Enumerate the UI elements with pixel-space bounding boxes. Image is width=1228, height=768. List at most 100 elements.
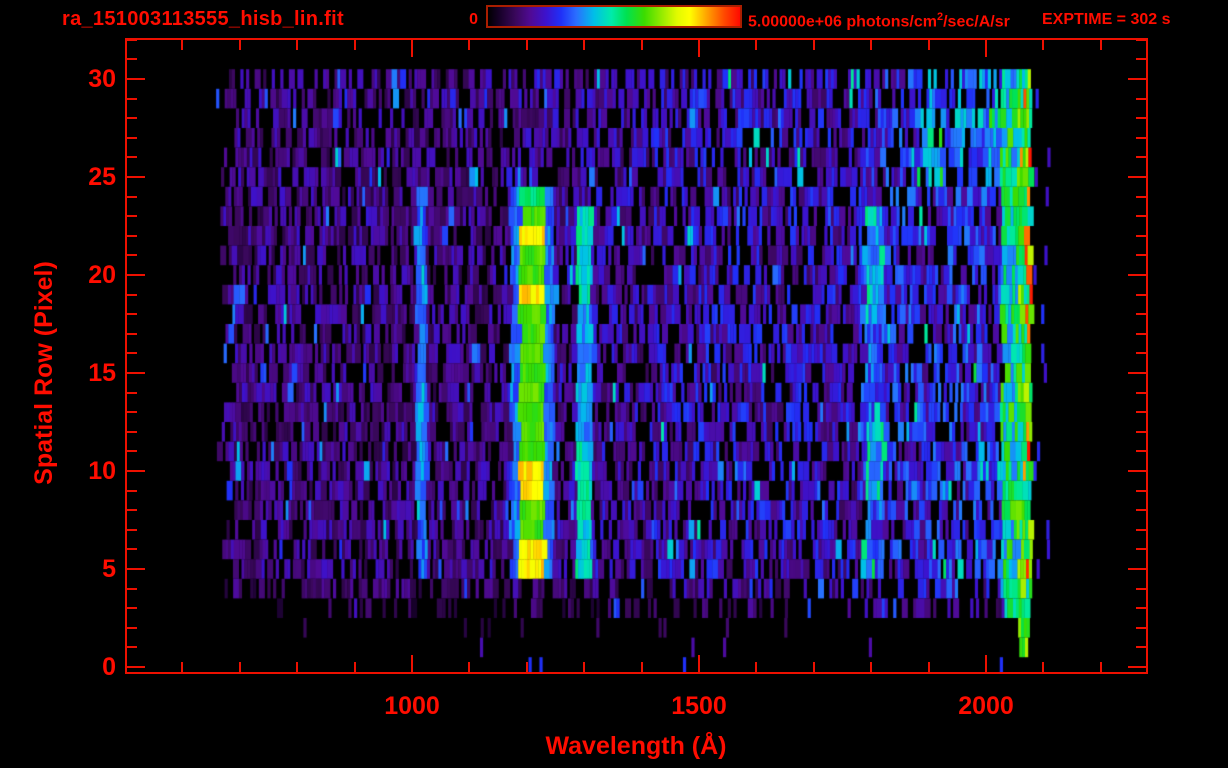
exposure-time-label: EXPTIME = 302 s — [1042, 11, 1171, 28]
y-axis-tick — [1136, 607, 1146, 609]
y-axis-tick — [127, 666, 145, 668]
x-axis-tick — [583, 40, 585, 50]
y-axis-tick — [127, 176, 145, 178]
fits-file-title: ra_151003113555_hisb_lin.fit — [62, 8, 344, 30]
y-axis-tick — [1136, 588, 1146, 590]
y-axis-tick — [1128, 666, 1146, 668]
y-axis-tick — [1136, 333, 1146, 335]
colorbar-gradient — [488, 7, 740, 26]
y-axis-tick — [1136, 313, 1146, 315]
y-axis-tick — [127, 254, 137, 256]
y-axis-tick — [127, 39, 137, 41]
x-axis-tick — [985, 655, 987, 672]
x-axis-tick — [354, 40, 356, 50]
x-axis-tick — [1042, 40, 1044, 50]
x-axis-title: Wavelength (Å) — [545, 732, 727, 760]
y-axis-tick — [1136, 392, 1146, 394]
y-axis-tick — [127, 137, 137, 139]
y-axis-tick — [1136, 196, 1146, 198]
y-axis-tick — [1136, 529, 1146, 531]
y-tick-label: 10 — [88, 457, 116, 485]
y-axis-tick — [127, 431, 137, 433]
spectral-image-display: ra_151003113555_hisb_lin.fit 0 5.00000e+… — [0, 0, 1228, 768]
x-axis-tick — [870, 40, 872, 50]
y-axis-tick — [127, 196, 137, 198]
y-axis-tick — [127, 235, 137, 237]
y-axis-tick — [1136, 58, 1146, 60]
y-axis-tick — [127, 548, 137, 550]
y-axis-tick — [1136, 548, 1146, 550]
x-axis-tick — [468, 40, 470, 50]
x-axis-tick — [641, 662, 643, 672]
y-axis-tick — [1136, 117, 1146, 119]
y-axis-tick — [127, 58, 137, 60]
x-axis-tick — [985, 40, 987, 57]
x-axis-tick — [526, 40, 528, 50]
x-axis-tick — [813, 662, 815, 672]
y-axis-tick — [127, 490, 137, 492]
x-tick-label: 1000 — [384, 692, 440, 720]
y-axis-tick — [127, 313, 137, 315]
x-axis-tick — [928, 662, 930, 672]
x-axis-tick — [698, 40, 700, 57]
y-tick-label: 30 — [88, 65, 116, 93]
y-axis-tick — [1136, 490, 1146, 492]
x-axis-tick — [411, 40, 413, 57]
spectrogram-heatmap — [127, 40, 1146, 672]
colorbar-max-label: 5.00000e+06 photons/cm2/sec/A/sr — [748, 11, 1010, 31]
y-axis-tick — [127, 294, 137, 296]
y-axis-tick — [127, 568, 145, 570]
x-axis-tick — [755, 662, 757, 672]
y-axis-tick — [127, 607, 137, 609]
colorbar-max-label-prefix: 5.00000e+06 photons/cm — [748, 13, 937, 31]
y-axis-tick — [127, 529, 137, 531]
y-axis-tick — [127, 411, 137, 413]
y-axis-tick — [1136, 254, 1146, 256]
y-tick-label: 25 — [88, 163, 116, 191]
y-axis-tick — [1128, 470, 1146, 472]
x-axis-tick — [354, 662, 356, 672]
y-axis-tick — [1128, 78, 1146, 80]
x-axis-tick — [526, 662, 528, 672]
x-tick-label: 2000 — [958, 692, 1014, 720]
y-axis-tick — [127, 588, 137, 590]
y-axis-tick — [127, 627, 137, 629]
x-axis-tick — [468, 662, 470, 672]
y-axis-tick — [127, 98, 137, 100]
y-axis-tick — [127, 372, 145, 374]
y-axis-tick — [1136, 294, 1146, 296]
y-axis-tick — [1128, 274, 1146, 276]
y-axis-tick — [1136, 509, 1146, 511]
x-axis-tick — [181, 662, 183, 672]
y-axis-tick — [1136, 156, 1146, 158]
y-axis-tick — [1136, 627, 1146, 629]
y-axis-tick — [1128, 372, 1146, 374]
y-axis-tick — [1136, 431, 1146, 433]
x-axis-tick — [1042, 662, 1044, 672]
x-axis-tick — [583, 662, 585, 672]
y-axis-tick — [127, 470, 145, 472]
y-axis-tick — [127, 450, 137, 452]
x-axis-tick — [928, 40, 930, 50]
y-axis-tick — [1136, 137, 1146, 139]
y-axis-tick — [1136, 646, 1146, 648]
y-axis-tick — [127, 333, 137, 335]
y-tick-label: 20 — [88, 261, 116, 289]
x-axis-tick — [239, 662, 241, 672]
x-axis-tick — [755, 40, 757, 50]
x-tick-label: 1500 — [671, 692, 727, 720]
y-axis-tick — [1128, 568, 1146, 570]
x-axis-tick — [641, 40, 643, 50]
colorbar-min-label: 0 — [469, 11, 478, 28]
x-axis-tick — [239, 40, 241, 50]
x-axis-tick — [296, 662, 298, 672]
y-axis-tick — [1136, 98, 1146, 100]
y-axis-tick — [127, 156, 137, 158]
y-axis-tick — [1136, 450, 1146, 452]
colorbar — [486, 5, 742, 28]
x-axis-tick — [698, 655, 700, 672]
y-axis-tick — [127, 646, 137, 648]
y-axis-tick — [1136, 352, 1146, 354]
y-tick-label: 0 — [102, 653, 116, 681]
y-tick-label: 15 — [88, 359, 116, 387]
